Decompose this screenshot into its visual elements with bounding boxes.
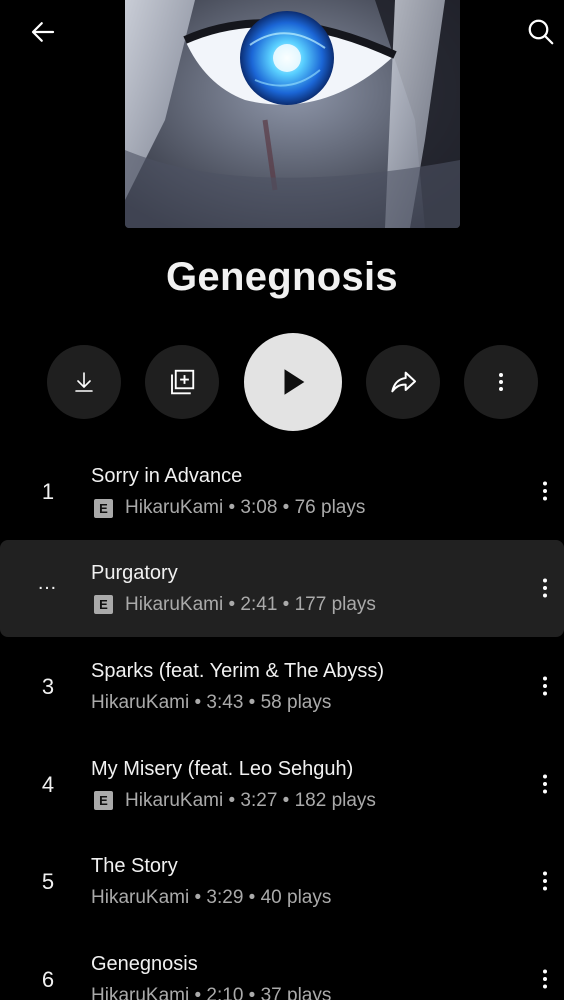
- download-icon: [75, 372, 93, 392]
- track-more-button[interactable]: [530, 668, 560, 704]
- play-button[interactable]: [244, 333, 342, 431]
- track-title: Purgatory: [91, 561, 178, 584]
- track-row[interactable]: 3 Sparks (feat. Yerim & The Abyss) HikaruK…: [0, 638, 564, 735]
- track-meta-text: HikaruKami • 2:10 • 37 plays: [91, 984, 332, 1000]
- back-button[interactable]: [20, 12, 66, 52]
- track-title: Sorry in Advance: [91, 465, 243, 487]
- track-meta: HikaruKami • 2:10 • 37 plays: [91, 985, 331, 1000]
- track-meta-text: HikaruKami • 3:43 • 58 plays: [91, 692, 332, 713]
- album-title: Genegnosis: [166, 255, 398, 299]
- track-more-button[interactable]: [530, 473, 560, 509]
- track-title: Genegnosis: [91, 952, 198, 975]
- track-number: 1: [41, 479, 55, 504]
- explicit-badge-icon: E: [94, 498, 113, 518]
- track-number: 5: [41, 869, 55, 894]
- play-icon: [284, 369, 305, 395]
- track-meta-text: HikaruKami • 3:08 • 76 plays: [125, 497, 366, 518]
- share-button[interactable]: [366, 345, 440, 419]
- search-icon: [528, 19, 554, 45]
- track-row[interactable]: 4 My Misery (feat. Leo Sehguh) E HikaruKami…: [0, 736, 564, 833]
- track-number: 6: [41, 966, 55, 992]
- more-options-button[interactable]: [464, 345, 538, 419]
- track-row[interactable]: 5 The Story HikaruKami • 3:29 • 40 plays: [0, 833, 564, 930]
- explicit-badge-icon: E: [94, 791, 113, 810]
- more-vertical-icon: [543, 774, 547, 793]
- track-row[interactable]: 6 Genegnosis HikaruKami • 2:10 • 37 plays: [0, 931, 564, 1000]
- more-vertical-icon: [543, 871, 547, 891]
- track-meta-text: HikaruKami • 3:27 • 182 plays: [125, 789, 376, 811]
- track-more-button[interactable]: [530, 570, 560, 606]
- track-meta: E HikaruKami • 2:41 • 177 plays: [91, 594, 376, 616]
- track-meta-text: HikaruKami • 3:29 • 40 plays: [91, 887, 332, 908]
- save-to-library-button[interactable]: [145, 345, 219, 419]
- download-button[interactable]: [47, 345, 121, 419]
- track-row[interactable]: 1 Sorry in Advance E HikaruKami • 3:08 • 76…: [0, 443, 564, 540]
- track-meta: E HikaruKami • 3:08 • 76 plays: [91, 497, 365, 519]
- track-row[interactable]: … Purgatory E HikaruKami • 2:41 • 177 plays: [0, 539, 564, 637]
- search-button[interactable]: [518, 10, 564, 54]
- now-playing-indicator: …: [37, 571, 59, 594]
- track-more-button[interactable]: [530, 961, 560, 997]
- track-more-button[interactable]: [530, 766, 560, 802]
- track-meta: E HikaruKami • 3:27 • 182 plays: [91, 790, 376, 812]
- track-meta: HikaruKami • 3:43 • 58 plays: [91, 692, 331, 714]
- track-meta-text: HikaruKami • 2:41 • 177 plays: [125, 593, 376, 615]
- track-title: The Story: [91, 855, 178, 877]
- share-icon: [391, 371, 416, 393]
- track-more-button[interactable]: [530, 863, 560, 899]
- album-cover: [125, 0, 460, 228]
- more-vertical-icon: [543, 481, 547, 501]
- explicit-badge-icon: E: [94, 595, 113, 614]
- arrow-left-icon: [31, 22, 55, 42]
- library-add-icon: [171, 369, 195, 395]
- more-vertical-icon: [499, 373, 503, 391]
- track-number: 3: [41, 674, 55, 699]
- more-vertical-icon: [543, 578, 547, 597]
- track-number: 4: [41, 771, 55, 797]
- more-vertical-icon: [543, 676, 547, 696]
- more-vertical-icon: [543, 969, 547, 988]
- track-meta: HikaruKami • 3:29 • 40 plays: [91, 887, 331, 909]
- album-actions: [0, 333, 564, 431]
- track-title: Sparks (feat. Yerim & The Abyss): [91, 660, 385, 682]
- track-title: My Misery (feat. Leo Sehguh): [91, 757, 354, 780]
